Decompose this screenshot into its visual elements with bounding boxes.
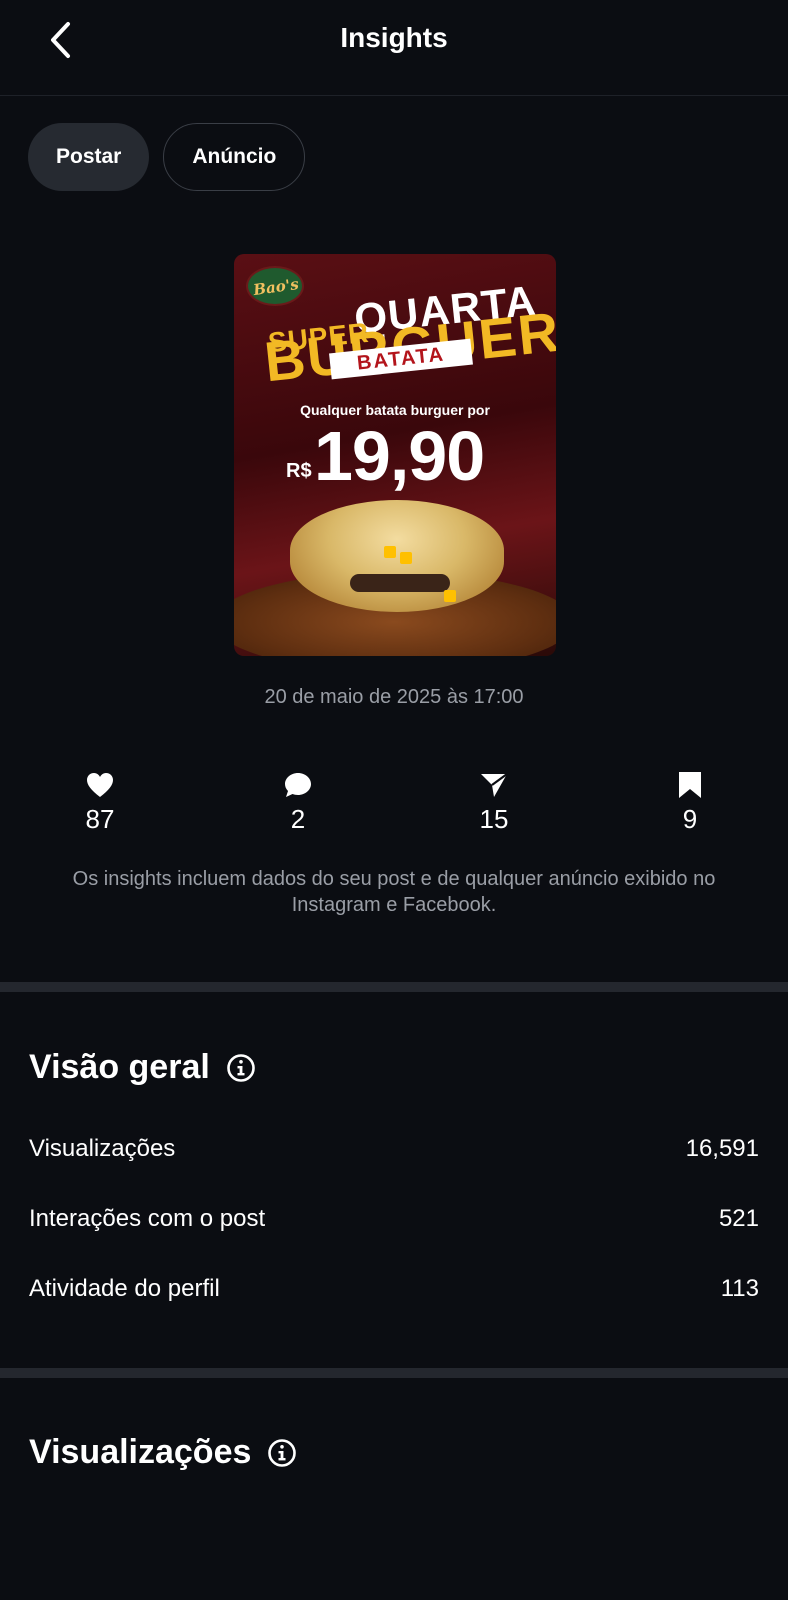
burger-illustration (290, 500, 504, 612)
post-image[interactable]: Bao's QUARTA SUPER BURGUER BATATA Qualqu… (234, 254, 556, 656)
shares-count: 15 (479, 804, 509, 834)
bookmark-icon (679, 772, 701, 798)
views-title: Visualizações (29, 1433, 252, 1471)
overview-section-title: Visão geral (29, 1048, 256, 1087)
overview-row-views[interactable]: Visualizações 16,591 (29, 1135, 759, 1163)
row-value: 16,591 (685, 1135, 759, 1162)
post-date: 20 de maio de 2025 às 17:00 (264, 686, 524, 708)
insights-note: Os insights incluem dados do seu post e … (72, 868, 716, 916)
saves-count: 9 (682, 804, 698, 834)
overview-row-interactions[interactable]: Interações com o post 521 (29, 1205, 759, 1233)
section-divider (0, 982, 788, 992)
corn-kernel (444, 590, 456, 602)
price-currency: R$ (286, 460, 312, 482)
info-icon[interactable] (267, 1438, 297, 1468)
corn-kernel (400, 552, 412, 564)
tab-bar: Postar Anúncio (28, 123, 306, 191)
row-label: Atividade do perfil (29, 1275, 220, 1302)
tab-postar[interactable]: Postar (28, 123, 150, 191)
overview-row-profile-activity[interactable]: Atividade do perfil 113 (29, 1275, 759, 1303)
comment-icon (285, 773, 311, 797)
row-label: Interações com o post (29, 1205, 266, 1232)
section-divider (0, 1368, 788, 1378)
engagement-metrics: 87 2 15 9 (0, 770, 788, 840)
row-value: 113 (720, 1275, 759, 1302)
metric-saves[interactable]: 9 (630, 770, 750, 835)
views-section-title: Visualizações (29, 1433, 297, 1472)
likes-count: 87 (85, 804, 115, 834)
price-value: 19,90 (314, 417, 485, 495)
page-title: Insights (340, 22, 448, 53)
share-icon (481, 773, 508, 797)
corn-kernel (384, 546, 396, 558)
metric-comments[interactable]: 2 (238, 770, 358, 835)
tab-anuncio[interactable]: Anúncio (163, 123, 306, 191)
row-value: 521 (718, 1205, 759, 1232)
metric-shares[interactable]: 15 (434, 770, 554, 835)
metric-likes[interactable]: 87 (40, 770, 160, 835)
overview-title: Visão geral (29, 1048, 210, 1086)
header: Insights (0, 0, 788, 96)
burger-patty (350, 574, 450, 592)
heart-icon (87, 773, 113, 797)
info-icon[interactable] (226, 1053, 256, 1083)
row-label: Visualizações (29, 1135, 176, 1162)
comments-count: 2 (290, 804, 306, 834)
